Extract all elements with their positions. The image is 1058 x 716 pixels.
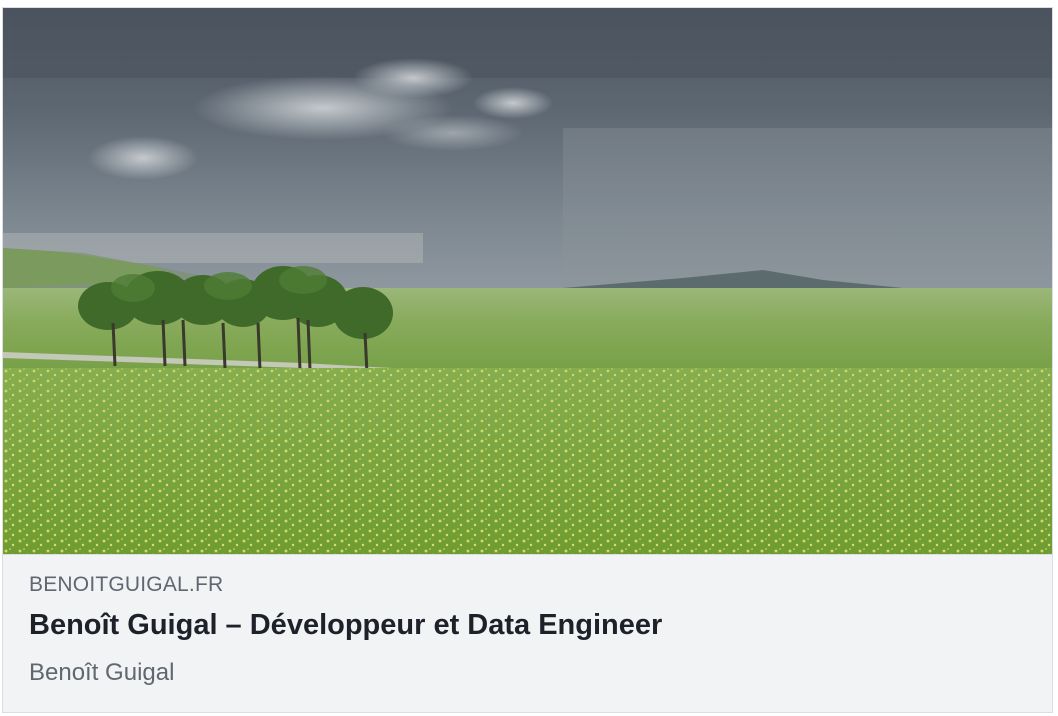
preview-image[interactable]	[3, 8, 1052, 554]
link-domain: BENOITGUIGAL.FR	[29, 573, 224, 596]
link-preview-card[interactable]: BENOITGUIGAL.FR Benoît Guigal – Développ…	[2, 7, 1053, 713]
link-description: Benoît Guigal	[29, 659, 175, 686]
preview-info[interactable]: BENOITGUIGAL.FR Benoît Guigal – Développ…	[3, 554, 1052, 712]
link-title[interactable]: Benoît Guigal – Développeur et Data Engi…	[29, 609, 662, 642]
